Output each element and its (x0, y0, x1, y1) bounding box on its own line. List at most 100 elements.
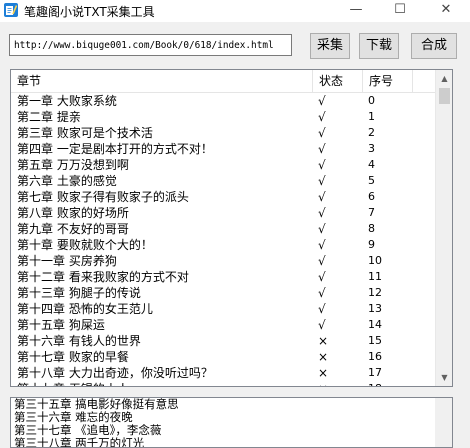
chapter-cell: 第十二章 看来我败家的方式不对 (17, 270, 189, 284)
collect-button[interactable]: 采集 (310, 33, 350, 59)
table-row[interactable]: 第三章 败家可是个技术活 √ 2 (11, 125, 435, 141)
chapter-cell: 第十一章 买房养狗 (17, 254, 117, 268)
number-cell: 1 (368, 110, 375, 123)
status-cell: × (318, 366, 329, 380)
number-cell: 4 (368, 158, 375, 171)
chapter-cell: 第五章 万万没想到啊 (17, 158, 129, 172)
chapter-cell: 第一章 大败家系统 (17, 94, 117, 108)
number-cell: 16 (368, 350, 382, 363)
chapter-cell: 第十七章 败家的早餐 (17, 350, 129, 364)
number-cell: 9 (368, 238, 375, 251)
table-row[interactable]: 第九章 不友好的哥哥 √ 8 (11, 221, 435, 237)
table-row[interactable]: 第十五章 狗屎运 √ 14 (11, 317, 435, 333)
number-cell: 15 (368, 334, 382, 347)
chapter-cell: 第六章 土豪的感觉 (17, 174, 117, 188)
status-cell: √ (318, 222, 326, 236)
table-row[interactable]: 第五章 万万没想到啊 √ 4 (11, 157, 435, 173)
url-input[interactable] (9, 34, 292, 56)
chapter-cell: 第十四章 恐怖的女王范儿 (17, 302, 153, 316)
chevron-up-icon[interactable]: ▲ (436, 70, 452, 87)
number-cell: 6 (368, 190, 375, 203)
table-row[interactable]: 第二章 提亲 √ 1 (11, 109, 435, 125)
window-title: 笔趣阁小说TXT采集工具 (24, 5, 155, 19)
column-header-chapter[interactable]: 章节 (11, 70, 313, 92)
log-lines: 第三十五章 搞电影好像挺有意思 第三十六章 难忘的夜晚 第三十七章 《追电》，李念薇… (11, 398, 452, 448)
maximize-button[interactable]: ☐ (378, 0, 422, 22)
chapter-cell: 第十九章 无锡的小人 (17, 381, 311, 386)
chapter-cell: 第十三章 狗腿子的传说 (17, 286, 141, 300)
chapter-cell: 第三章 败家可是个技术活 (17, 126, 153, 140)
book-pen-icon (4, 3, 18, 17)
main-window: 采集 下载 合成 章节 状态 序号 第一章 大败家系统 √ 0 第二章 提亲 √ 1 第三章… (0, 22, 470, 448)
table-row[interactable]: 第十七章 败家的早餐 × 16 (11, 349, 435, 365)
table-row[interactable]: 第十章 要败就败个大的！ √ 9 (11, 237, 435, 253)
status-cell: × (318, 334, 329, 348)
table-row[interactable]: 第十三章 狗腿子的传说 √ 12 (11, 285, 435, 301)
chapter-cell: 第二章 提亲 (17, 110, 81, 124)
chapter-cell: 第九章 不友好的哥哥 (17, 222, 129, 236)
merge-button[interactable]: 合成 (411, 33, 457, 59)
chapter-cell: 第四章 一定是剧本打开的方式不对！ (17, 142, 213, 156)
chapter-cell: 第十章 要败就败个大的！ (17, 238, 153, 252)
status-cell: √ (318, 190, 326, 204)
scrollbar-thumb[interactable] (439, 88, 450, 104)
list-header: 章节 状态 序号 (11, 70, 435, 93)
table-row[interactable]: 第七章 败家子得有败家子的派头 √ 6 (11, 189, 435, 205)
log-scrollbar[interactable] (435, 398, 452, 447)
status-cell: √ (318, 126, 326, 140)
status-cell: √ (318, 302, 326, 316)
number-cell: 13 (368, 302, 382, 315)
log-line: 第三十八章 两千万的灯光 (14, 436, 145, 448)
number-cell: 2 (368, 126, 375, 139)
number-cell: 7 (368, 206, 375, 219)
status-cell: √ (318, 286, 326, 300)
column-header-status[interactable]: 状态 (313, 70, 363, 92)
table-row[interactable]: 第十二章 看来我败家的方式不对 √ 11 (11, 269, 435, 285)
number-cell: 5 (368, 174, 375, 187)
number-cell: 18 (368, 381, 408, 386)
number-cell: 12 (368, 286, 382, 299)
chevron-down-icon[interactable]: ▼ (436, 369, 452, 386)
status-cell: √ (318, 206, 326, 220)
table-row[interactable]: 第八章 败家的好场所 √ 7 (11, 205, 435, 221)
status-cell: √ (318, 318, 326, 332)
log-output[interactable]: 第三十五章 搞电影好像挺有意思 第三十六章 难忘的夜晚 第三十七章 《追电》，李念薇… (10, 397, 453, 448)
status-cell: √ (318, 238, 326, 252)
number-cell: 8 (368, 222, 375, 235)
list-rows: 第一章 大败家系统 √ 0 第二章 提亲 √ 1 第三章 败家可是个技术活 √ 2 第四章 一定是… (11, 93, 435, 386)
table-row[interactable]: 第十八章 大力出奇迹，你没听过吗？ × 17 (11, 365, 435, 381)
table-row[interactable]: 第一章 大败家系统 √ 0 (11, 93, 435, 109)
chapter-cell: 第十五章 狗屎运 (17, 318, 105, 332)
number-cell: 14 (368, 318, 382, 331)
chapter-list[interactable]: 章节 状态 序号 第一章 大败家系统 √ 0 第二章 提亲 √ 1 第三章 败家可是个技术活… (10, 69, 453, 387)
chapter-cell: 第十六章 有钱人的世界 (17, 334, 141, 348)
table-row[interactable]: 第十六章 有钱人的世界 × 15 (11, 333, 435, 349)
chapter-cell: 第八章 败家的好场所 (17, 206, 129, 220)
status-cell: √ (318, 158, 326, 172)
status-cell: √ (318, 94, 326, 108)
minimize-button[interactable]: — (334, 0, 378, 22)
table-row[interactable]: 第六章 土豪的感觉 √ 5 (11, 173, 435, 189)
table-row[interactable]: 第十一章 买房养狗 √ 10 (11, 253, 435, 269)
column-header-number[interactable]: 序号 (363, 70, 413, 92)
status-cell: √ (318, 142, 326, 156)
number-cell: 17 (368, 366, 382, 379)
number-cell: 11 (368, 270, 382, 283)
close-button[interactable]: ✕ (424, 0, 468, 22)
status-cell: √ (318, 110, 326, 124)
number-cell: 10 (368, 254, 382, 267)
title-bar: 笔趣阁小说TXT采集工具 — ☐ ✕ (0, 0, 470, 22)
table-row[interactable]: 第十四章 恐怖的女王范儿 √ 13 (11, 301, 435, 317)
chapter-cell: 第十八章 大力出奇迹，你没听过吗？ (17, 366, 213, 380)
status-cell: × (318, 350, 329, 364)
number-cell: 3 (368, 142, 375, 155)
status-cell: √ (318, 174, 326, 188)
status-cell: √ (318, 270, 326, 284)
list-scrollbar[interactable]: ▲ ▼ (435, 70, 452, 386)
number-cell: 0 (368, 94, 375, 107)
table-row[interactable]: 第十九章 无锡的小人 × 18 (11, 381, 435, 386)
status-cell: × (318, 381, 358, 386)
chapter-cell: 第七章 败家子得有败家子的派头 (17, 190, 189, 204)
table-row[interactable]: 第四章 一定是剧本打开的方式不对！ √ 3 (11, 141, 435, 157)
download-button[interactable]: 下载 (359, 33, 399, 59)
